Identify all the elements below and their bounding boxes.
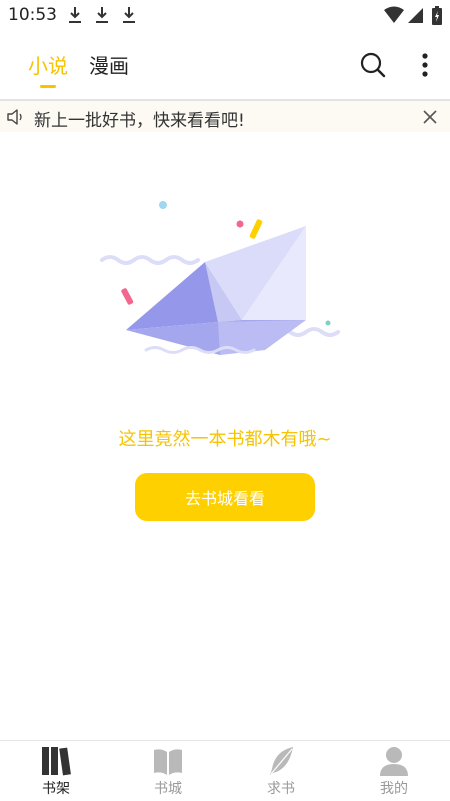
wifi-icon [384,6,404,23]
tab-comic[interactable]: 漫画 [89,50,129,79]
nav-label: 我的 [380,781,408,797]
download-icon [96,7,108,23]
download-icon [123,7,135,23]
paper-boat-illustration [100,201,340,355]
status-bar: 10:53 [0,0,450,30]
search-icon[interactable] [358,50,388,80]
close-icon[interactable] [423,110,437,124]
nav-label: 书架 [42,781,70,797]
notice-text: 新上一批好书，快来看看吧! [34,111,245,131]
nav-item-bookstore[interactable]: 书城 [112,741,224,801]
notice-bar[interactable]: 新上一批好书，快来看看吧! [0,101,450,132]
bookshelf-icon [42,747,71,776]
top-header: 小说 漫画 [0,42,450,92]
download-icon [69,7,81,23]
speaker-icon [7,109,22,125]
user-icon [380,747,408,776]
nav-label: 求书 [267,781,295,797]
status-time: 10:53 [8,5,57,25]
feather-icon [270,747,293,775]
tab-novel[interactable]: 小说 [28,50,68,79]
battery-icon [432,6,442,25]
nav-label: 书城 [154,781,182,797]
nav-item-request-book[interactable]: 求书 [225,741,337,801]
signal-icon [408,8,423,23]
nav-item-bookshelf[interactable]: 书架 [0,741,112,801]
book-open-icon [154,749,182,775]
bottom-navigation: 书架 书城 求书 我的 [0,740,450,801]
active-tab-indicator [40,85,56,88]
go-to-bookstore-button[interactable]: 去书城看看 [135,473,315,521]
more-vertical-icon[interactable] [410,50,440,80]
nav-item-mine[interactable]: 我的 [338,741,450,801]
empty-state-message: 这里竟然一本书都木有哦~ [118,429,332,450]
